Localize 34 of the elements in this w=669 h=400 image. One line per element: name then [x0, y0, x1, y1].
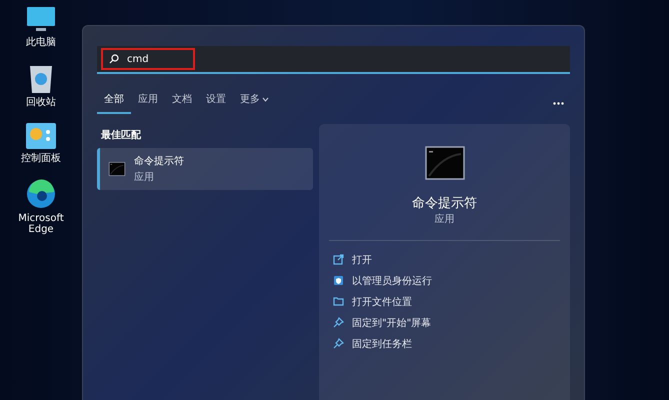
filter-tab[interactable]: 设置	[199, 88, 233, 114]
desktop-icon-label: 此电脑	[26, 37, 56, 48]
monitor-icon[interactable]	[26, 6, 56, 34]
action-item[interactable]: 以管理员身份运行	[319, 270, 570, 291]
action-item[interactable]: 固定到任务栏	[319, 333, 570, 354]
filter-tab[interactable]: 应用	[131, 88, 165, 114]
action-item[interactable]: 固定到"开始"屏幕	[319, 312, 570, 333]
pin-icon	[333, 338, 344, 349]
result-item[interactable]: 命令提示符 应用	[97, 148, 313, 190]
open-external-icon	[333, 254, 344, 265]
result-subtitle: 应用	[134, 170, 155, 184]
section-title: 最佳匹配	[101, 128, 142, 142]
control-panel-icon[interactable]	[25, 122, 57, 150]
terminal-icon	[424, 146, 464, 180]
browser-icon[interactable]	[25, 178, 57, 210]
shield-icon	[333, 275, 344, 286]
detail-subtitle: 应用	[434, 212, 454, 226]
filter-tab[interactable]: 文档	[165, 88, 199, 114]
terminal-icon	[108, 162, 126, 176]
result-title: 命令提示符	[134, 155, 184, 168]
pin-icon	[333, 317, 344, 328]
desktop-icon-label: 控制面板	[21, 153, 61, 164]
caret-icon	[262, 96, 269, 102]
filter-tab[interactable]: 全部	[97, 88, 131, 114]
search-field[interactable]: cmd	[101, 48, 195, 70]
search-icon	[109, 54, 119, 64]
action-item[interactable]: 打开	[319, 249, 570, 270]
detail-title: 命令提示符	[412, 195, 477, 212]
action-item[interactable]: 打开文件位置	[319, 291, 570, 312]
folder-icon	[333, 296, 344, 307]
desktop-icon-label: Microsoft Edge	[17, 213, 65, 235]
filter-tab[interactable]: 更多	[233, 88, 276, 114]
desktop-icon-label: 回收站	[26, 97, 56, 108]
more-icon	[553, 102, 564, 104]
